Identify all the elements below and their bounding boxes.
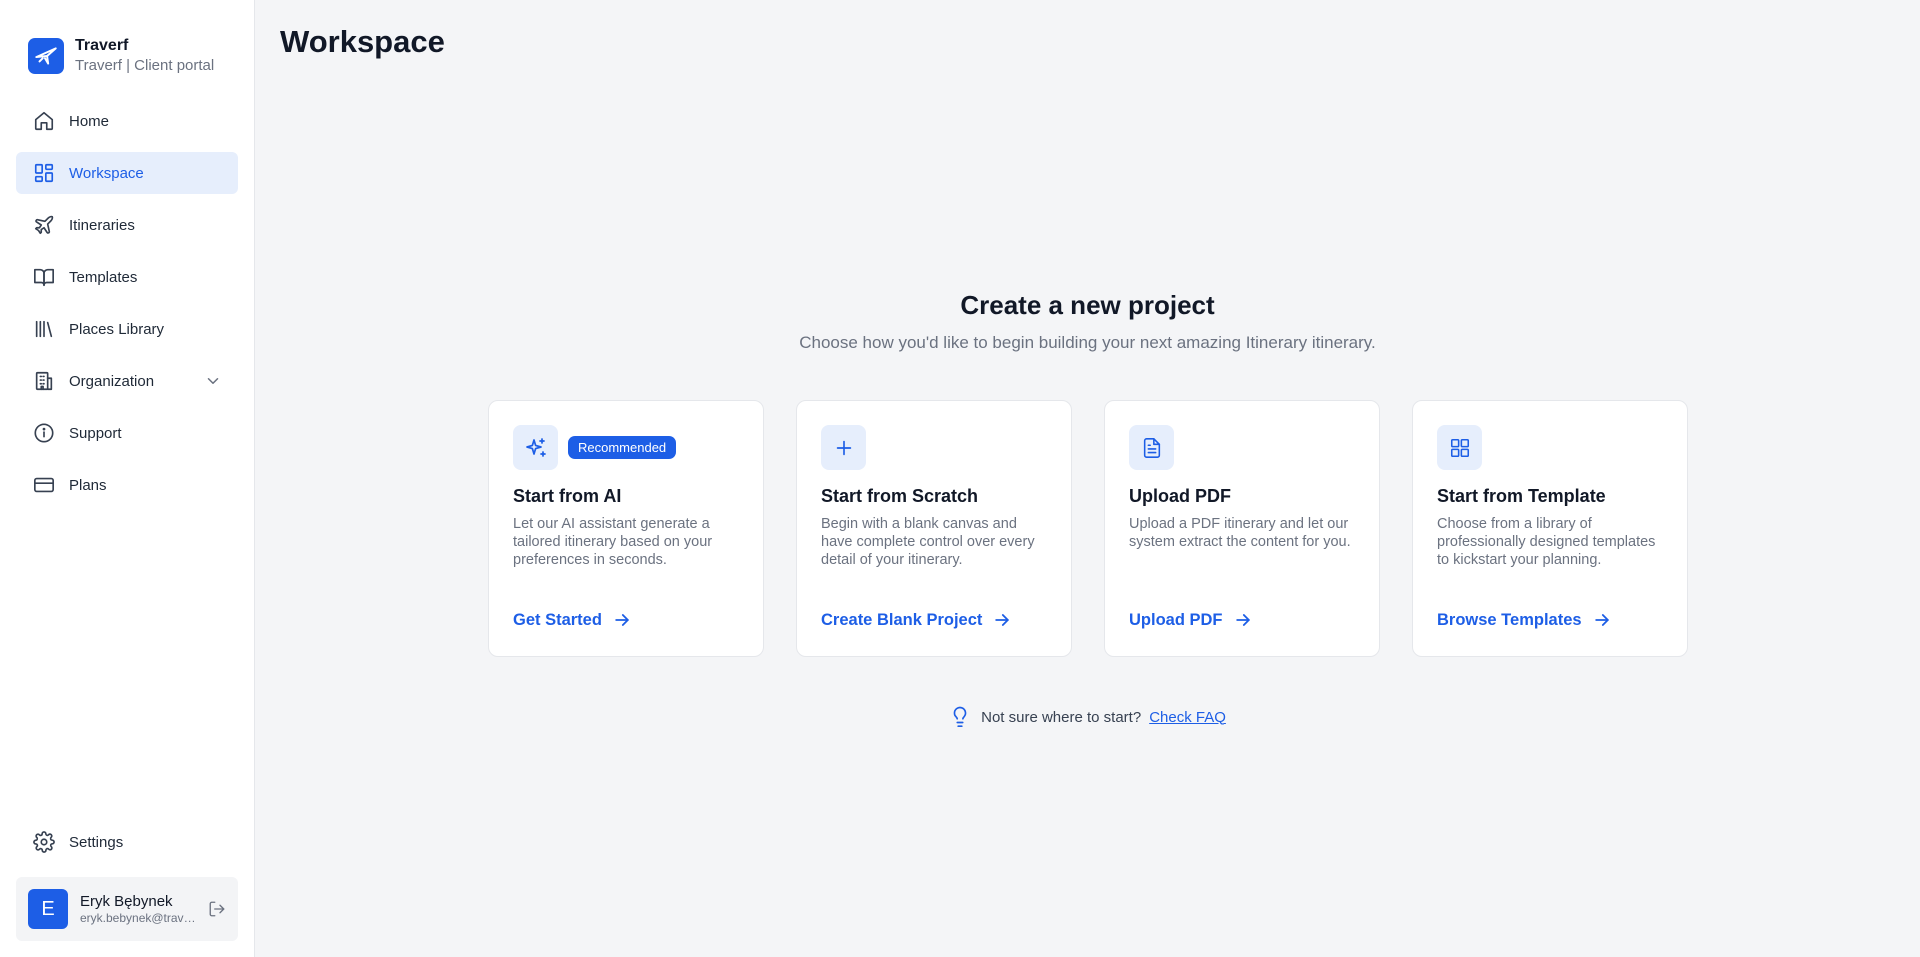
book-open-icon bbox=[32, 265, 56, 289]
library-icon bbox=[32, 317, 56, 341]
page-title: Workspace bbox=[280, 24, 445, 59]
faq-text: Not sure where to start? bbox=[981, 708, 1142, 726]
card-start-from-template[interactable]: Start from Template Choose from a librar… bbox=[1412, 400, 1688, 657]
arrow-right-icon bbox=[1594, 614, 1609, 626]
sidebar-item-label: Home bbox=[69, 112, 110, 130]
check-faq-link[interactable]: Check FAQ bbox=[1149, 709, 1226, 726]
sidebar-item-label: Places Library bbox=[69, 320, 165, 338]
card-description: Choose from a library of professionally … bbox=[1437, 516, 1656, 568]
layout-grid-icon bbox=[32, 161, 56, 185]
home-icon bbox=[32, 109, 56, 133]
arrow-right-icon bbox=[615, 614, 629, 626]
brand-name: Traverf bbox=[75, 36, 129, 54]
sidebar-item-itineraries[interactable]: Itineraries bbox=[16, 204, 238, 246]
arrow-right-icon bbox=[995, 614, 1010, 626]
sidebar-item-label: Workspace bbox=[69, 164, 144, 182]
card-title: Start from Scratch bbox=[821, 486, 979, 506]
sidebar-item-label: Support bbox=[69, 424, 122, 442]
sidebar-item-organization[interactable]: Organization bbox=[16, 360, 238, 402]
sidebar-item-label: Settings bbox=[69, 833, 124, 851]
sidebar-item-support[interactable]: Support bbox=[16, 412, 238, 454]
project-options: Recommended Start from AI Let our AI ass… bbox=[488, 400, 1688, 657]
recommended-badge: Recommended bbox=[568, 436, 677, 459]
browse-templates-link[interactable]: Browse Templates bbox=[1437, 610, 1612, 630]
card-description: Begin with a blank canvas and have compl… bbox=[821, 516, 1035, 568]
plane-logo-icon bbox=[28, 37, 64, 74]
sidebar-item-workspace[interactable]: Workspace bbox=[16, 152, 238, 194]
card-title: Start from Template bbox=[1437, 486, 1606, 506]
card-start-from-ai[interactable]: Recommended Start from AI Let our AI ass… bbox=[488, 400, 764, 657]
avatar: E bbox=[28, 889, 68, 929]
sidebar-item-places-library[interactable]: Places Library bbox=[16, 308, 238, 350]
card-upload-pdf[interactable]: Upload PDF Upload a PDF itinerary and le… bbox=[1104, 400, 1380, 657]
sidebar-item-settings[interactable]: Settings bbox=[16, 821, 238, 863]
sidebar-item-templates[interactable]: Templates bbox=[16, 256, 238, 298]
sidebar-item-label: Organization bbox=[69, 372, 155, 390]
brand-subtitle: Traverf | Client portal bbox=[75, 56, 215, 74]
main-content: Workspace Create a new project Choose ho… bbox=[255, 0, 1920, 957]
info-icon bbox=[32, 421, 56, 445]
file-text-icon bbox=[1129, 425, 1174, 470]
user-name: Eryk Bębynek bbox=[80, 892, 173, 910]
sparkles-icon bbox=[513, 425, 558, 470]
card-title: Upload PDF bbox=[1129, 486, 1231, 506]
card-link-label: Browse Templates bbox=[1437, 610, 1582, 629]
card-link-label: Upload PDF bbox=[1129, 610, 1223, 629]
card-link-label: Create Blank Project bbox=[821, 610, 983, 629]
faq-hint: Not sure where to start? Check FAQ bbox=[255, 705, 1920, 729]
lightbulb-icon bbox=[949, 705, 971, 729]
building-icon bbox=[32, 369, 56, 393]
upload-pdf-link[interactable]: Upload PDF bbox=[1129, 610, 1253, 630]
user-email: eryk.bebynek@traverf.com bbox=[80, 910, 202, 925]
sidebar-item-label: Templates bbox=[69, 268, 138, 286]
card-start-from-scratch[interactable]: Start from Scratch Begin with a blank ca… bbox=[796, 400, 1072, 657]
sidebar-nav: Home Workspace Itineraries Templates Pla… bbox=[16, 100, 238, 506]
card-description: Let our AI assistant generate a tailored… bbox=[513, 516, 713, 568]
user-card[interactable]: E Eryk Bębynek eryk.bebynek@traverf.com bbox=[16, 877, 238, 941]
brand[interactable]: Traverf Traverf | Client portal bbox=[16, 0, 238, 86]
sidebar-item-home[interactable]: Home bbox=[16, 100, 238, 142]
plane-icon bbox=[32, 213, 56, 237]
hero-subtitle: Choose how you'd like to begin building … bbox=[799, 333, 1376, 352]
hero-title: Create a new project bbox=[960, 290, 1215, 320]
plus-icon bbox=[821, 425, 866, 470]
get-started-link[interactable]: Get Started bbox=[513, 610, 632, 630]
sidebar-bottom: Settings E Eryk Bębynek eryk.bebynek@tra… bbox=[16, 821, 238, 941]
app: Traverf Traverf | Client portal Home Wor… bbox=[0, 0, 1920, 957]
card-title: Start from AI bbox=[513, 486, 622, 506]
chevron-down-icon[interactable] bbox=[204, 372, 222, 390]
sidebar-item-plans[interactable]: Plans bbox=[16, 464, 238, 506]
sidebar-item-label: Itineraries bbox=[69, 216, 135, 234]
logout-icon[interactable] bbox=[208, 900, 226, 918]
hero: Create a new project Choose how you'd li… bbox=[255, 290, 1920, 353]
gear-icon bbox=[32, 830, 56, 854]
card-link-label: Get Started bbox=[513, 610, 602, 629]
grid-icon bbox=[1437, 425, 1482, 470]
create-blank-project-link[interactable]: Create Blank Project bbox=[821, 610, 1012, 630]
credit-card-icon bbox=[32, 473, 56, 497]
sidebar: Traverf Traverf | Client portal Home Wor… bbox=[0, 0, 255, 957]
arrow-right-icon bbox=[1235, 614, 1250, 626]
card-description: Upload a PDF itinerary and let our syste… bbox=[1129, 516, 1351, 550]
sidebar-item-label: Plans bbox=[69, 476, 107, 494]
